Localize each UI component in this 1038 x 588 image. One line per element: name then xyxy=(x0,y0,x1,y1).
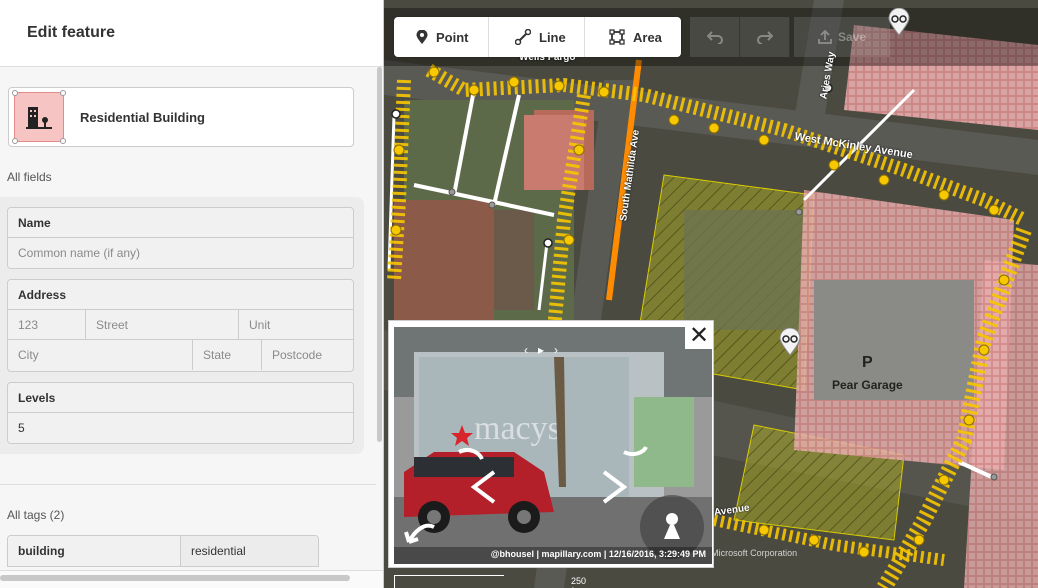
draw-toolbar: Point Line Area xyxy=(394,17,681,57)
postcode-input[interactable]: Postcode xyxy=(262,340,353,370)
parking-icon: P xyxy=(862,354,873,371)
scale-bar: 250 ft xyxy=(394,575,586,588)
sidebar-scroll-area: Residential Building All fields Name Com… xyxy=(0,67,376,588)
next-image-icon[interactable]: › xyxy=(554,343,558,357)
save-label: Save xyxy=(837,30,867,44)
garage-label[interactable]: Pear Garage xyxy=(832,378,903,392)
section-divider xyxy=(0,484,376,485)
unit-input[interactable]: Unit xyxy=(239,310,353,339)
all-tags-toggle[interactable]: All tags (2) xyxy=(7,508,64,522)
fields-section: Name Common name (if any) Address 123 St… xyxy=(0,197,364,454)
address-field-label: Address xyxy=(8,280,353,310)
street-input[interactable]: Street xyxy=(86,310,239,339)
building-preset-icon xyxy=(12,90,66,144)
redo-button[interactable] xyxy=(740,17,790,57)
map-canvas[interactable]: West McKinley Avenue Aries Way South Mat… xyxy=(384,0,1038,588)
sidebar-scrollbar[interactable] xyxy=(377,67,382,442)
tag-row: building residential xyxy=(8,536,318,566)
name-field: Name Common name (if any) xyxy=(7,207,354,269)
line-icon xyxy=(515,29,531,45)
point-icon xyxy=(416,29,428,44)
scale-label: 250 ft xyxy=(571,576,587,588)
page-title: Edit feature xyxy=(27,24,116,41)
add-line-button[interactable]: Line xyxy=(489,17,585,57)
add-point-button[interactable]: Point xyxy=(394,17,489,57)
levels-field: Levels 5 xyxy=(7,382,354,444)
sign-text: macys xyxy=(474,410,561,447)
add-area-button[interactable]: Area xyxy=(585,17,681,57)
prev-image-icon[interactable]: ‹ xyxy=(524,343,528,357)
housenumber-input[interactable]: 123 xyxy=(8,310,86,339)
tag-value-input[interactable]: residential xyxy=(181,536,318,566)
horizontal-scrollbar[interactable] xyxy=(0,570,383,588)
undo-icon xyxy=(706,31,723,44)
levels-field-label: Levels xyxy=(8,383,353,413)
street-view-photo[interactable]: macys ‹ ▸ › @bhousel | mapillary.com | 1… xyxy=(394,327,712,564)
levels-input[interactable]: 5 xyxy=(8,413,353,443)
state-input[interactable]: State xyxy=(193,340,262,370)
preset-selector[interactable]: Residential Building xyxy=(8,87,354,147)
point-label: Point xyxy=(436,29,469,45)
bicycle-parking-pin-icon[interactable] xyxy=(778,328,802,356)
undo-redo-group xyxy=(690,17,790,57)
close-icon[interactable]: ✕ xyxy=(685,321,713,349)
street-view-panel: macys ‹ ▸ › @bhousel | mapillary.com | 1… xyxy=(388,320,714,568)
address-row-1: 123 Street Unit xyxy=(8,310,353,340)
preset-name: Residential Building xyxy=(80,109,205,125)
sidebar-header: Edit feature xyxy=(0,0,383,67)
redo-icon xyxy=(756,31,773,44)
tag-key-input[interactable]: building xyxy=(8,536,181,566)
undo-button[interactable] xyxy=(690,17,740,57)
street-view-nav: ‹ ▸ › xyxy=(524,343,558,357)
address-field: Address 123 Street Unit City State Postc… xyxy=(7,279,354,372)
city-input[interactable]: City xyxy=(8,340,193,370)
street-photo-image: macys xyxy=(394,327,712,564)
sidebar: Edit feature Residential Building All fi… xyxy=(0,0,384,588)
photo-credit[interactable]: @bhousel | mapillary.com | 12/16/2016, 3… xyxy=(400,549,706,559)
play-icon[interactable]: ▸ xyxy=(538,343,544,357)
area-label: Area xyxy=(633,29,662,45)
save-button[interactable]: Save xyxy=(794,17,890,57)
name-input[interactable]: Common name (if any) xyxy=(8,238,353,268)
name-field-label: Name xyxy=(8,208,353,238)
address-row-2: City State Postcode xyxy=(8,340,353,370)
tags-table: building residential xyxy=(7,535,319,567)
all-fields-toggle[interactable]: All fields xyxy=(7,170,52,184)
bicycle-parking-pin-icon[interactable] xyxy=(887,8,911,36)
upload-icon xyxy=(818,30,832,44)
line-label: Line xyxy=(539,29,566,45)
area-icon xyxy=(609,29,625,45)
